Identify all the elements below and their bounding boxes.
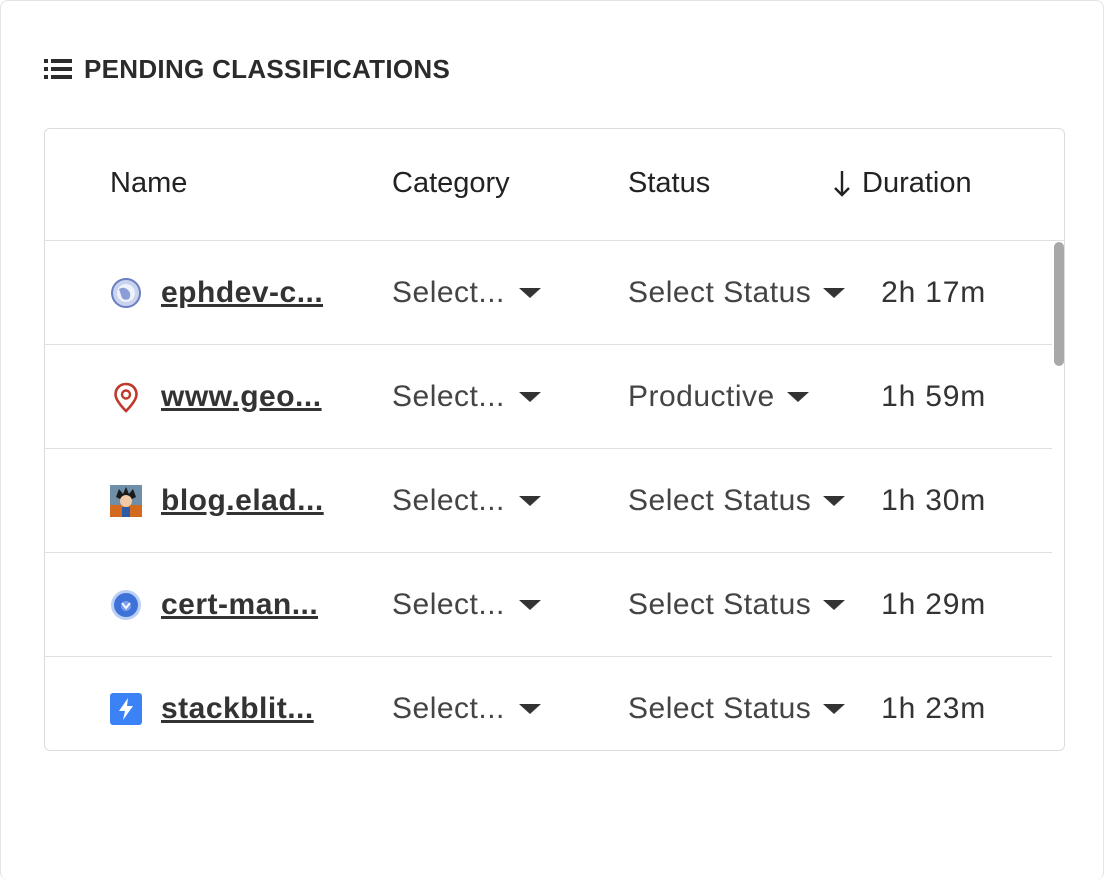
column-header-duration-label: Duration [862,167,972,199]
classifications-table: Name Category Status Duration ephdev-c..… [44,128,1065,751]
site-link[interactable]: ephdev-c... [161,276,323,310]
status-dropdown[interactable]: Select Status [628,449,846,552]
map-pin-icon [114,382,138,413]
duration-value: 1h 59m [881,379,986,413]
chevron-down-icon [518,599,541,610]
lightning-icon [110,692,142,725]
table-row: stackblit... Select... Select Status 1h … [45,657,1052,750]
chevron-down-icon [518,287,541,298]
table-row: cert-man... Select... Select Status 1h 2… [45,553,1052,657]
chevron-down-icon [823,287,846,298]
list-icon [44,59,72,79]
status-dropdown[interactable]: Select Status [628,553,846,656]
chevron-down-icon [823,599,846,610]
duration-value: 1h 29m [881,587,986,621]
avatar-icon [110,484,142,517]
status-dropdown[interactable]: Select Status [628,241,846,344]
duration-value: 2h 17m [881,275,986,309]
arrow-down-icon [834,170,850,197]
table-row: blog.elad... Select... Select Status 1h … [45,449,1052,553]
panel-title: PENDING CLASSIFICATIONS [84,53,451,84]
table-row: www.geo... Select... Productive 1h 59m [45,345,1052,449]
name-cell: blog.elad... [110,449,340,552]
duration-value: 1h 30m [881,483,986,517]
site-link[interactable]: blog.elad... [161,484,324,518]
scroll-thumb[interactable] [1054,242,1064,366]
name-cell: cert-man... [110,553,340,656]
chevron-down-icon [518,495,541,506]
site-link[interactable]: stackblit... [161,692,314,726]
status-dropdown[interactable]: Productive [628,345,809,448]
pending-classifications-panel: PENDING CLASSIFICATIONS Name Category St… [0,0,1104,880]
scrollbar[interactable] [1053,242,1064,750]
category-dropdown[interactable]: Select... [392,449,541,552]
column-header-status[interactable]: Status [628,167,710,200]
column-header-category[interactable]: Category [392,167,510,200]
table-row: ephdev-c... Select... Select Status 2h 1… [45,241,1052,345]
name-cell: stackblit... [110,657,340,750]
category-dropdown[interactable]: Select... [392,345,541,448]
name-cell: ephdev-c... [110,241,340,344]
globe-icon [111,277,141,308]
column-header-name[interactable]: Name [110,167,187,200]
table-header: Name Category Status Duration [45,129,1064,241]
category-dropdown[interactable]: Select... [392,241,541,344]
blue-circle-icon [111,589,141,620]
chevron-down-icon [823,703,846,714]
column-header-duration[interactable]: Duration [832,167,972,200]
site-link[interactable]: cert-man... [161,588,318,622]
chevron-down-icon [518,703,541,714]
category-dropdown[interactable]: Select... [392,657,541,750]
status-dropdown[interactable]: Select Status [628,657,846,750]
name-cell: www.geo... [110,345,340,448]
chevron-down-icon [823,495,846,506]
category-dropdown[interactable]: Select... [392,553,541,656]
panel-header: PENDING CLASSIFICATIONS [44,53,450,85]
site-link[interactable]: www.geo... [161,380,322,414]
duration-value: 1h 23m [881,691,986,725]
chevron-down-icon [518,391,541,402]
chevron-down-icon [786,391,809,402]
